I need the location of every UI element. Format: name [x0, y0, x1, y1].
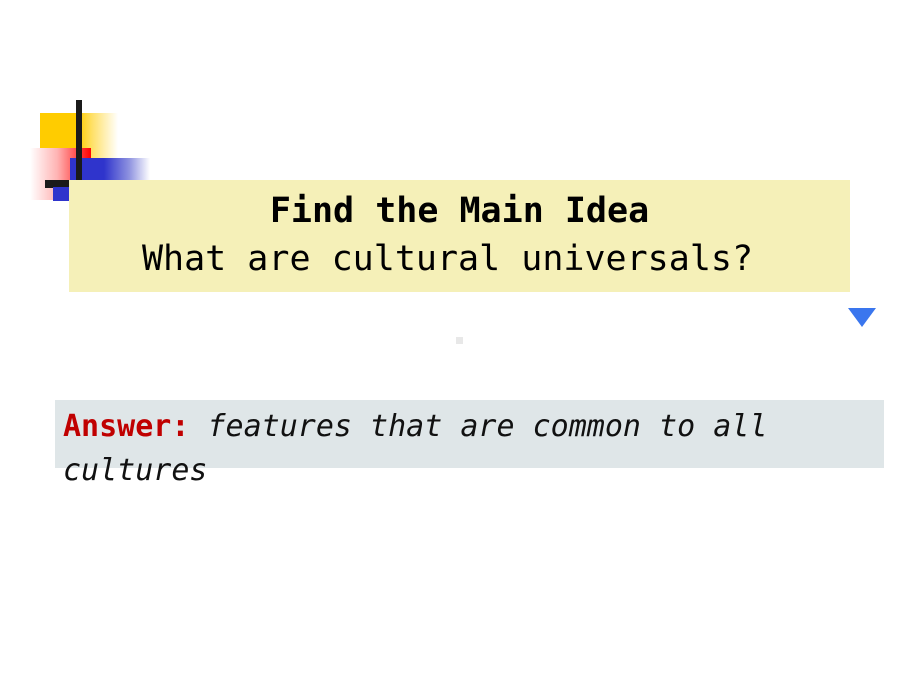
bullet-dot-marker	[456, 337, 463, 344]
title-card: Find the Main Idea What are cultural uni…	[69, 180, 850, 292]
answer-label: Answer:	[63, 409, 190, 444]
slide-canvas: Find the Main Idea What are cultural uni…	[0, 0, 920, 690]
answer-text-block: Answer: features that are common to all …	[63, 405, 913, 493]
page-title: Find the Main Idea	[269, 190, 650, 231]
title-question: What are cultural universals?	[141, 239, 754, 280]
decoration-vertical-black-bar	[76, 100, 82, 186]
decoration-small-blue-square	[53, 187, 70, 201]
chevron-down-icon[interactable]	[848, 308, 876, 327]
